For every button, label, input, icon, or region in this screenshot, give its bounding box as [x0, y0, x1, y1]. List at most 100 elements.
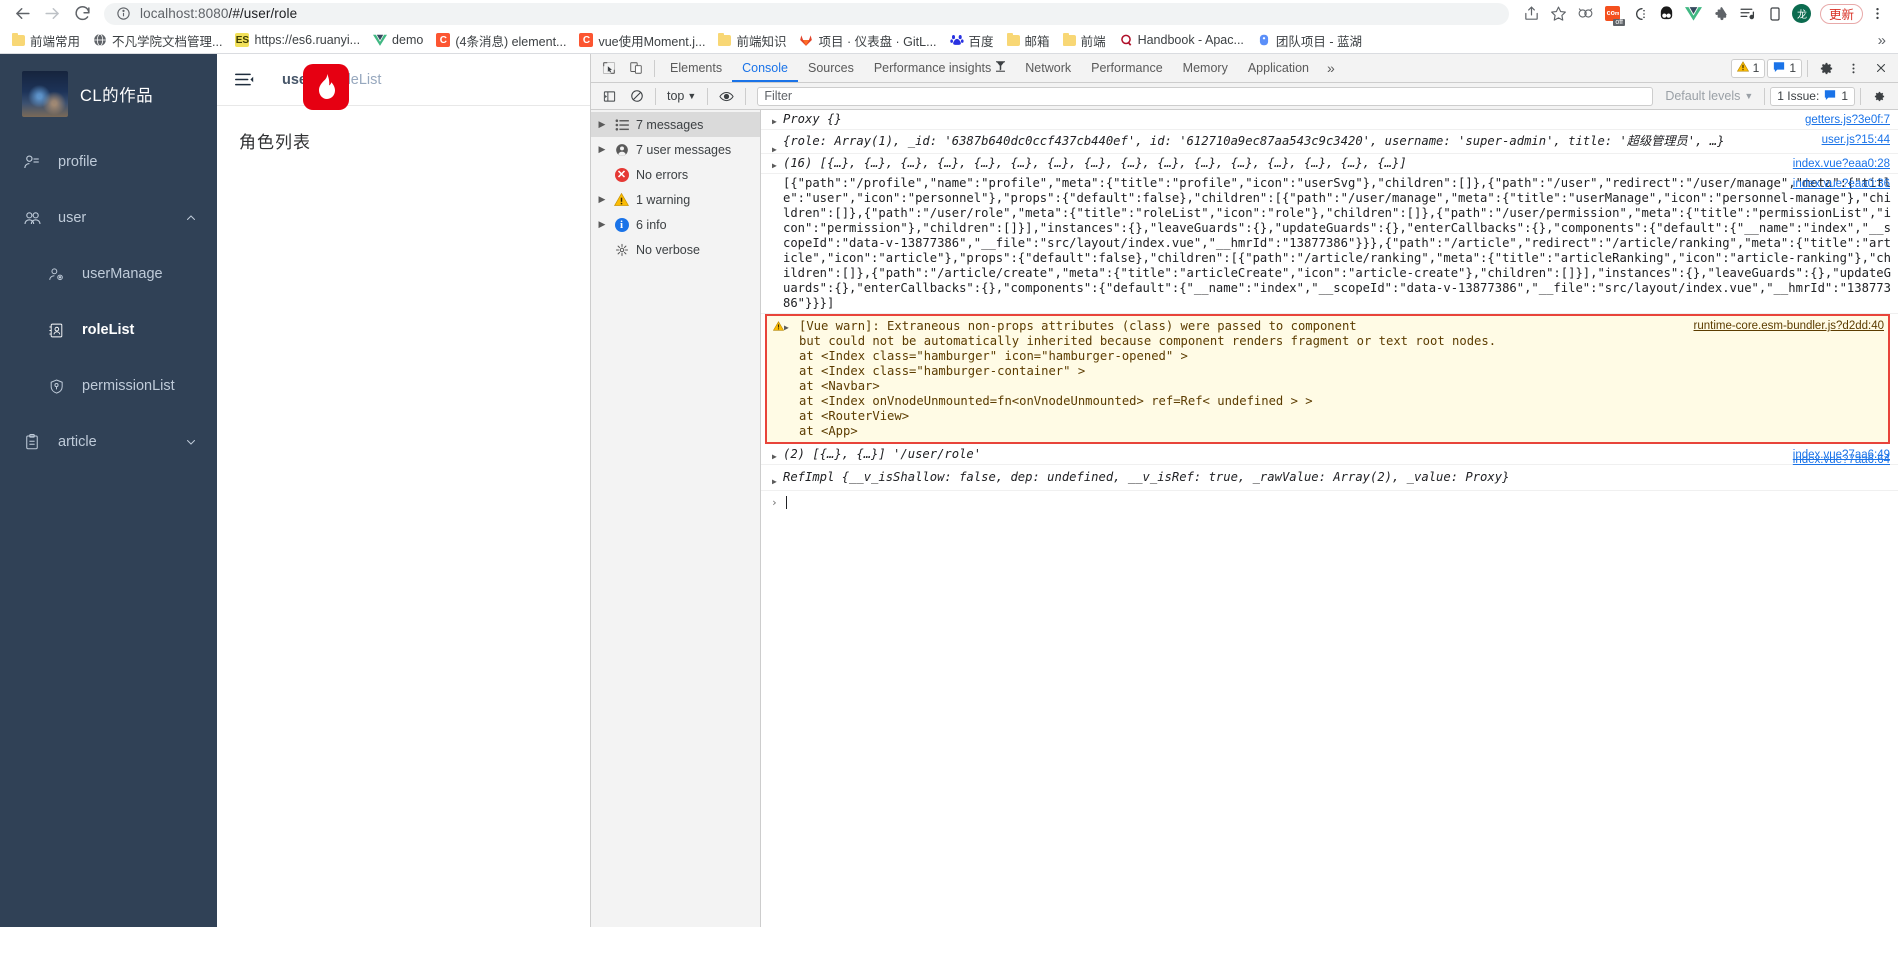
bookmark-item[interactable]: 前端 — [1057, 29, 1112, 52]
bookmark-item[interactable]: 前端知识 — [712, 29, 792, 52]
warning-head: [Vue warn]: Extraneous non-props attribu… — [799, 319, 1357, 333]
issues-bar-button[interactable]: 1 Issue: 1 — [1770, 86, 1855, 106]
expand-triangle-icon[interactable]: ▶ — [772, 114, 777, 129]
console-sidebar-verbose[interactable]: No verbose — [591, 237, 760, 262]
tab-application[interactable]: Application — [1238, 54, 1319, 82]
tab-network[interactable]: Network — [1015, 54, 1081, 82]
console-sidebar-errors[interactable]: ✕ No errors — [591, 162, 760, 187]
devtools-menu-icon[interactable] — [1840, 56, 1867, 81]
share-icon[interactable] — [1519, 2, 1545, 26]
clear-console-icon[interactable] — [623, 84, 650, 109]
tab-memory[interactable]: Memory — [1173, 54, 1238, 82]
console-sidebar-icon[interactable] — [596, 84, 623, 109]
fire-icon[interactable] — [303, 64, 349, 110]
back-button[interactable] — [8, 2, 36, 26]
sidebar-item-profile[interactable]: profile — [0, 134, 217, 190]
tab-performance-insights[interactable]: Performance insights — [864, 54, 1015, 82]
sidebar-item-permissionlist[interactable]: permissionList — [0, 358, 217, 414]
console-sidebar-info[interactable]: ▶ i 6 info — [591, 212, 760, 237]
profile-avatar-icon[interactable]: 龙 — [1789, 2, 1815, 26]
vue-devtools-icon[interactable] — [1681, 2, 1707, 26]
gear-icon[interactable] — [1813, 56, 1840, 81]
bookmark-item[interactable]: 百度 — [944, 29, 1000, 52]
app-logo[interactable]: CL的作品 — [0, 54, 217, 134]
sidebar-item-rolelist[interactable]: roleList — [0, 302, 217, 358]
bookmark-item[interactable]: demo — [367, 31, 429, 49]
tab-label: Network — [1025, 61, 1072, 75]
tab-sources[interactable]: Sources — [798, 54, 864, 82]
bookmark-item[interactable]: 邮箱 — [1001, 29, 1056, 52]
bookmark-item[interactable]: 不凡学院文档管理... — [87, 29, 228, 52]
source-link[interactable]: runtime-core.esm-bundler.js?d2dd:40 — [1694, 319, 1885, 334]
tab-console[interactable]: Console — [732, 54, 798, 82]
bookmark-item[interactable]: C (4条消息) element... — [430, 29, 572, 52]
reading-list-icon[interactable] — [1735, 2, 1761, 26]
colorzilla-off-icon[interactable]: co m off — [1600, 2, 1626, 26]
console-message[interactable]: ▶ getters.js?3e0f:7 Proxy {} — [761, 110, 1898, 130]
source-link[interactable]: user.js?15:44 — [1822, 133, 1890, 148]
execution-context-select[interactable]: top ▼ — [661, 89, 702, 103]
puzzle-extension-icon[interactable] — [1708, 2, 1734, 26]
clipboard-icon[interactable] — [1627, 2, 1653, 26]
bookmark-item[interactable]: Handbook - Apac... — [1113, 31, 1250, 49]
inspect-element-icon[interactable] — [595, 56, 622, 81]
expand-triangle-icon[interactable]: ▶ — [784, 320, 789, 335]
sidebar-item-user[interactable]: user — [0, 190, 217, 246]
console-message[interactable]: index.vue?eaa0:36 [{"path":"/profile","n… — [761, 174, 1898, 314]
tab-performance[interactable]: Performance — [1081, 54, 1173, 82]
bookmark-item[interactable]: Cvue使用Moment.j... — [573, 29, 711, 52]
console-filter-input[interactable]: Filter — [757, 86, 1654, 106]
site-info-icon[interactable] — [116, 6, 131, 21]
warning-count-badge[interactable]: 1 — [1730, 58, 1766, 78]
console-settings-icon[interactable] — [1866, 84, 1893, 109]
source-link[interactable]: index.vue?eaa0:36 — [1793, 177, 1890, 192]
forward-button[interactable] — [38, 2, 66, 26]
expand-triangle-icon[interactable]: ▶ — [597, 219, 607, 230]
panda-icon[interactable] — [1654, 2, 1680, 26]
console-prompt[interactable]: › — [761, 491, 1898, 514]
reload-button[interactable] — [68, 2, 96, 26]
console-message[interactable]: ▶ user.js?15:44 {role: Array(1), _id: '6… — [761, 130, 1898, 154]
source-link[interactable]: getters.js?3e0f:7 — [1805, 113, 1890, 128]
more-tabs-button[interactable]: » — [1319, 60, 1343, 76]
user-gear-icon — [46, 266, 66, 283]
tab-elements[interactable]: Elements — [660, 54, 732, 82]
console-sidebar-warnings[interactable]: ▶ 1 warning — [591, 187, 760, 212]
console-message[interactable]: ▶ index.vue?7aa6:49 (2) [{…}, {…}] '/use… — [761, 445, 1898, 465]
console-sidebar-user-messages[interactable]: ▶ 7 user messages — [591, 137, 760, 162]
expand-triangle-icon[interactable]: ▶ — [772, 449, 777, 464]
message-text: (16) [{…}, {…}, {…}, {…}, {…}, {…}, {…},… — [783, 156, 1407, 170]
device-toolbar-icon[interactable] — [622, 56, 649, 81]
source-link[interactable]: index.vue?7aa6:64 — [1793, 453, 1890, 468]
sidebar-item-usermanage[interactable]: userManage — [0, 246, 217, 302]
bookmark-item[interactable]: ES https://es6.ruanyi... — [229, 31, 366, 49]
source-link[interactable]: index.vue?eaa0:28 — [1793, 157, 1890, 172]
bookmark-item[interactable]: 前端常用 — [6, 29, 86, 52]
log-levels-select[interactable]: Default levels ▼ — [1659, 89, 1759, 103]
live-expression-icon[interactable] — [713, 84, 740, 109]
bookmark-star-icon[interactable] — [1546, 2, 1572, 26]
expand-triangle-icon[interactable]: ▶ — [772, 474, 777, 489]
expand-triangle-icon[interactable]: ▶ — [597, 194, 607, 205]
bookmark-item[interactable]: 团队项目 - 蓝湖 — [1251, 29, 1368, 52]
browser-menu-icon[interactable] — [1864, 2, 1890, 26]
close-icon[interactable] — [1867, 56, 1894, 81]
hamburger-collapse-icon[interactable] — [235, 72, 254, 87]
bookmark-item[interactable]: 项目 · 仪表盘 · GitL... — [793, 29, 942, 52]
expand-triangle-icon[interactable]: ▶ — [772, 158, 777, 173]
issue-count-badge[interactable]: 1 — [1767, 58, 1802, 78]
expand-triangle-icon[interactable]: ▶ — [597, 144, 607, 155]
tab-label: Elements — [670, 61, 723, 75]
update-button[interactable]: 更新 — [1819, 3, 1863, 24]
expand-triangle-icon[interactable]: ▶ — [597, 119, 607, 130]
sidebar-icon[interactable] — [1762, 2, 1788, 26]
console-message[interactable]: ▶ index.vue?eaa0:28 (16) [{…}, {…}, {…},… — [761, 154, 1898, 174]
bookmarks-overflow-button[interactable]: » — [1872, 32, 1892, 49]
address-bar[interactable]: localhost:8080/#/user/role — [104, 2, 1509, 25]
sidebar-item-article[interactable]: article — [0, 414, 217, 470]
extension-rings-icon[interactable] — [1573, 2, 1599, 26]
console-message[interactable]: ▶ index.vue?7aa6:64 RefImpl {__v_isShall… — [761, 454, 1898, 491]
console-log-area[interactable]: ▶ getters.js?3e0f:7 Proxy {} ▶ user.js?1… — [761, 110, 1898, 927]
console-sidebar-messages[interactable]: ▶ 7 messages — [591, 112, 760, 137]
console-message-warning[interactable]: ▶ [Vue warn]: Extraneous non-props attri… — [767, 316, 1888, 442]
